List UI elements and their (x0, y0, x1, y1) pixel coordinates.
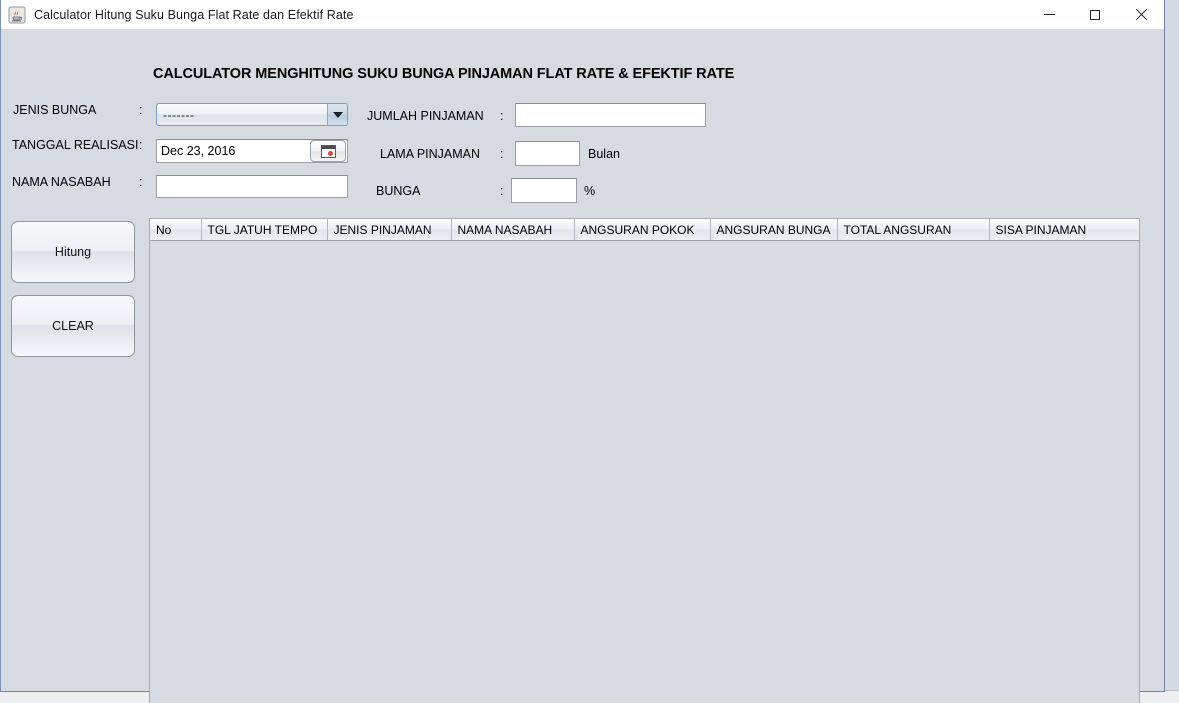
java-coffee-cup-icon (8, 6, 26, 24)
title-bar: Calculator Hitung Suku Bunga Flat Rate d… (1, 0, 1164, 30)
nama-nasabah-input[interactable] (156, 175, 348, 198)
main-panel: CALCULATOR MENGHITUNG SUKU BUNGA PINJAMA… (1, 30, 1164, 703)
close-icon (1135, 9, 1147, 21)
bunga-colon: : (500, 184, 504, 198)
clear-button[interactable]: CLEAR (11, 295, 135, 357)
bunga-input[interactable] (511, 178, 577, 203)
column-header-sisa-pinjaman[interactable]: SISA PINJAMAN (989, 219, 1139, 241)
results-table: No TGL JATUH TEMPO JENIS PINJAMAN NAMA N… (150, 219, 1139, 241)
tanggal-realisasi-label: TANGGAL REALISASI (12, 138, 139, 152)
nama-nasabah-label: NAMA NASABAH (12, 175, 111, 189)
column-header-jenis-pinjaman[interactable]: JENIS PINJAMAN (327, 219, 452, 241)
bunga-unit: % (584, 184, 596, 198)
jumlah-pinjaman-colon: : (500, 109, 504, 123)
column-header-no[interactable]: No (150, 219, 202, 241)
bunga-label: BUNGA (376, 184, 421, 198)
close-button[interactable] (1118, 0, 1164, 29)
column-header-nama-nasabah[interactable]: NAMA NASABAH (451, 219, 575, 241)
tanggal-realisasi-colon: : (139, 138, 143, 152)
desktop-edge-right (1164, 0, 1179, 703)
jenis-bunga-colon: : (139, 103, 143, 117)
window-controls (1026, 0, 1164, 29)
jenis-bunga-value: ------- (163, 107, 195, 122)
jumlah-pinjaman-label: JUMLAH PINJAMAN (367, 109, 484, 123)
results-table-body[interactable] (150, 241, 1139, 703)
date-picker-button[interactable] (310, 140, 346, 162)
column-header-angsuran-bunga[interactable]: ANGSURAN BUNGA (710, 219, 838, 241)
application-screen: Calculator Hitung Suku Bunga Flat Rate d… (0, 0, 1179, 703)
lama-pinjaman-input[interactable] (515, 141, 580, 166)
maximize-icon (1090, 9, 1100, 20)
jenis-bunga-label: JENIS BUNGA (13, 103, 97, 117)
hitung-button[interactable]: Hitung (11, 221, 135, 283)
application-window: Calculator Hitung Suku Bunga Flat Rate d… (0, 0, 1165, 703)
column-header-tgl-jatuh-tempo[interactable]: TGL JATUH TEMPO (201, 219, 328, 241)
page-title: CALCULATOR MENGHITUNG SUKU BUNGA PINJAMA… (153, 66, 735, 82)
lama-pinjaman-colon: : (500, 147, 504, 161)
table-header-row: No TGL JATUH TEMPO JENIS PINJAMAN NAMA N… (150, 219, 1139, 241)
window-title: Calculator Hitung Suku Bunga Flat Rate d… (34, 7, 354, 22)
jenis-bunga-combobox[interactable]: ------- (156, 103, 348, 126)
results-table-header: No TGL JATUH TEMPO JENIS PINJAMAN NAMA N… (150, 219, 1139, 241)
lama-pinjaman-label: LAMA PINJAMAN (380, 147, 481, 161)
maximize-button[interactable] (1072, 0, 1118, 29)
minimize-button[interactable] (1026, 0, 1072, 29)
calendar-icon (320, 144, 336, 158)
chevron-down-icon[interactable] (327, 104, 347, 125)
column-header-total-angsuran[interactable]: TOTAL ANGSURAN (837, 219, 990, 241)
nama-nasabah-colon: : (139, 175, 143, 189)
lama-pinjaman-unit: Bulan (588, 147, 620, 161)
column-header-angsuran-pokok[interactable]: ANGSURAN POKOK (574, 219, 711, 241)
jumlah-pinjaman-input[interactable] (515, 103, 706, 127)
minimize-icon (1043, 14, 1055, 15)
results-table-panel[interactable]: No TGL JATUH TEMPO JENIS PINJAMAN NAMA N… (149, 218, 1140, 703)
